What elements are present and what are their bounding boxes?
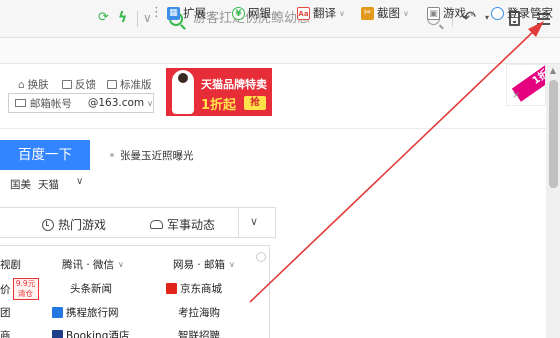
badge-price: 9.9元 (15, 279, 36, 288)
mail-domain-select[interactable]: @163.com (88, 97, 144, 109)
toolbar-divider (137, 11, 138, 27)
feedback-link-label: 反馈 (75, 79, 96, 91)
tab-divider (238, 208, 239, 237)
monitor-icon (107, 80, 117, 89)
mail-icon (15, 99, 26, 107)
chevron-down-icon: ∨ (118, 260, 124, 269)
hot-search-bullet (110, 153, 114, 157)
feedback-icon (62, 80, 72, 89)
gamepad-icon: ▣ (427, 6, 440, 20)
category-link-gome[interactable]: 国美 (10, 177, 31, 192)
lightning-icon[interactable]: ϟ (118, 10, 130, 26)
annotation-arrow-line (249, 28, 537, 303)
site-link-booking[interactable]: Booking酒店 (52, 328, 129, 338)
extension-grid-icon: ▦ (167, 6, 180, 20)
ad-model-image (172, 70, 194, 114)
site-links-panel: 视剧 腾讯 · 微信 ∨ 网易 · 邮箱 ∨ 价 9.9元 清仓 头条新闻 京东… (0, 245, 270, 338)
chevron-down-icon: ∨ (274, 8, 280, 18)
jd-logo-icon (166, 283, 177, 294)
site-link-kaola[interactable]: 考拉海购 (178, 305, 220, 320)
promo-corner-badge[interactable]: 1折 × (506, 64, 546, 106)
toolbar-item-screenshot[interactable]: ✂ 截图 ∨ (361, 4, 409, 22)
site-link-label: 价 (0, 283, 11, 296)
toolbar-item-extensions[interactable]: ▦ 扩展 ∨ (167, 4, 215, 22)
chevron-down-icon: ∨ (469, 8, 475, 18)
site-link-label: 京东商城 (180, 283, 222, 295)
more-dots-icon[interactable]: ⋮ (150, 4, 163, 22)
site-link-jd[interactable]: 京东商城 (166, 281, 222, 296)
mail-account-placeholder: 邮箱帐号 (29, 97, 72, 110)
skin-link[interactable]: ⌂ 换肤 (18, 77, 49, 92)
ctrip-logo-icon (52, 307, 63, 318)
site-link[interactable]: 视剧 (0, 257, 21, 272)
extension-toolbar (0, 38, 560, 64)
toolbar-item-bank[interactable]: ¥ 网银 ∨ (232, 4, 280, 22)
bank-yen-icon: ¥ (232, 6, 245, 20)
translate-icon: Aa (297, 6, 310, 20)
site-link-label: 腾讯 · 微信 (62, 259, 115, 271)
toolbar-item-label: 翻译 (313, 6, 336, 20)
booking-logo-icon (52, 330, 63, 338)
ad-title: 天猫品牌特卖 (201, 78, 267, 91)
chevron-down-icon: ∨ (147, 98, 153, 108)
tab-military-news[interactable]: 军事动态 (150, 216, 215, 233)
site-link-label: Booking酒店 (66, 330, 130, 338)
chevron-down-icon[interactable]: ∨ (76, 176, 88, 188)
gear-icon[interactable] (256, 252, 266, 262)
toolbar-item-translate[interactable]: Aa 翻译 ∨ (297, 4, 345, 22)
chevron-down-icon: ∨ (229, 260, 235, 269)
hot-search-link[interactable]: 张曼玉近照曝光 (120, 148, 194, 163)
clearance-badge: 9.9元 清仓 (12, 278, 39, 300)
chevron-down-icon: ∨ (209, 8, 215, 18)
site-link-sale[interactable]: 价 9.9元 清仓 (0, 278, 39, 300)
toolbar-item-label: 扩展 (183, 6, 206, 20)
site-link-label: 网易 · 邮箱 (173, 259, 226, 271)
toolbar-item-label: 网银 (248, 6, 271, 20)
site-link[interactable]: 团 (0, 305, 11, 320)
screenshot-icon: ✂ (361, 6, 374, 20)
tmall-ad-banner[interactable]: 天猫品牌特卖 1折起 抢 (166, 68, 272, 116)
chevron-down-icon: ∨ (403, 8, 409, 18)
feedback-link[interactable]: 反馈 (62, 77, 96, 92)
sync-icon[interactable]: ⟳ (98, 11, 112, 25)
shirt-icon: ⌂ (18, 78, 25, 91)
toolbar-item-label: 截图 (377, 6, 400, 20)
site-link[interactable]: 商 (0, 328, 11, 338)
skin-link-label: 换肤 (27, 79, 49, 91)
tab-hot-games[interactable]: 热门游戏 (42, 216, 106, 233)
toolbar-item-games[interactable]: ▣ 游戏 ∨ (427, 4, 475, 22)
divider (0, 128, 546, 129)
ad-grab-button[interactable]: 抢 (244, 96, 266, 110)
category-link-tmall[interactable]: 天猫 (38, 177, 59, 192)
login-manager-icon (491, 6, 504, 20)
game-clock-icon (42, 218, 54, 231)
site-link-ctrip[interactable]: 携程旅行网 (52, 305, 119, 320)
scrollbar-thumb[interactable] (549, 80, 558, 188)
badge-text: 清仓 (18, 289, 33, 298)
site-link-qq-wechat[interactable]: 腾讯 · 微信 ∨ (62, 257, 124, 272)
baidu-search-button[interactable]: 百度一下 (0, 140, 90, 170)
toolbar-item-login-manager[interactable]: 登录管家 (491, 4, 553, 22)
toolbar-item-label: 登录管家 (507, 6, 553, 20)
scroll-up-arrow-icon[interactable]: ▲ (546, 64, 560, 78)
tab-label: 热门游戏 (58, 218, 107, 232)
chevron-down-icon: ∨ (339, 8, 345, 18)
toolbar-item-label: 游戏 (443, 6, 466, 20)
standard-version-label: 标准版 (120, 79, 152, 91)
close-icon[interactable]: × (512, 91, 522, 101)
tab-label: 军事动态 (167, 218, 216, 232)
site-link-label: 携程旅行网 (66, 307, 119, 319)
site-link-toutiao[interactable]: 头条新闻 (70, 281, 112, 296)
chevron-down-icon[interactable]: ∨ (250, 214, 262, 230)
military-helmet-icon (150, 220, 163, 229)
ad-discount: 1折起 (201, 98, 237, 113)
site-link-163-mail[interactable]: 网易 · 邮箱 ∨ (173, 257, 235, 272)
site-link-zhaopin[interactable]: 智联招聘 (178, 328, 220, 338)
content-tabs: 热门游戏 军事动态 ∨ (0, 207, 276, 238)
standard-version-link[interactable]: 标准版 (107, 77, 152, 92)
mail-login-field[interactable]: 邮箱帐号 @163.com ∨ (8, 93, 154, 113)
